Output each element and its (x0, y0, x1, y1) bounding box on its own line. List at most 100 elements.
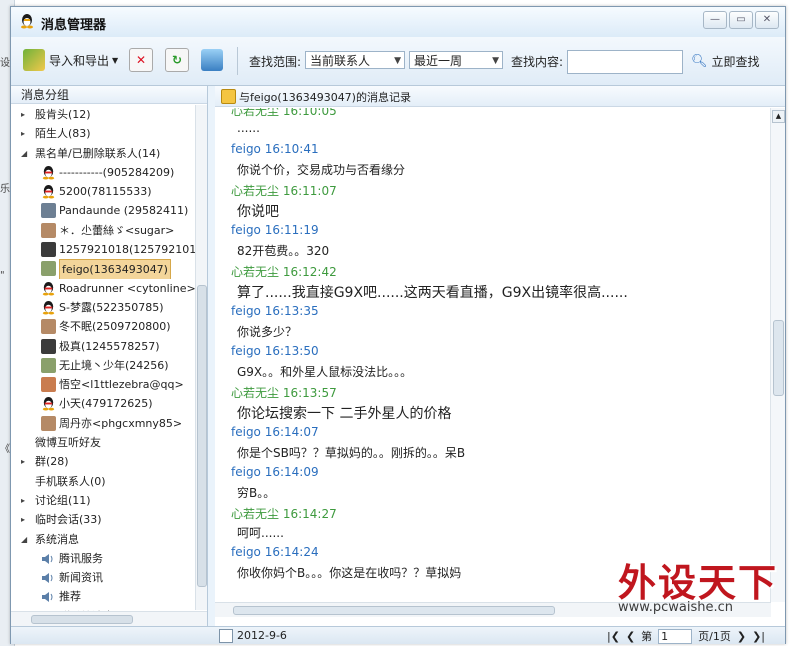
refresh-icon: ↻ (165, 48, 189, 72)
find-button[interactable]: 🔍︎ 立即查找 (691, 53, 760, 70)
avatar (41, 338, 56, 354)
expanded-arrow-icon[interactable]: ◢ (21, 144, 27, 163)
message-group-header: 消息分组 (11, 86, 207, 104)
collapsed-arrow-icon[interactable]: ▸ (21, 510, 25, 529)
scroll-thumb[interactable] (233, 606, 555, 615)
collapsed-arrow-icon[interactable]: ▸ (21, 124, 25, 143)
tree-item[interactable]: 新闻资讯 (11, 568, 195, 587)
first-page-icon[interactable]: |❮ (607, 630, 620, 643)
speaker-icon (41, 552, 55, 564)
title-bar[interactable]: 消息管理器 — ▭ ✕ (11, 7, 785, 37)
message-sender-time: 心若无尘 16:14:27 (231, 507, 337, 521)
message-sender-time: 心若无尘 16:11:07 (231, 184, 337, 198)
tools-icon (201, 49, 223, 71)
minimize-button[interactable]: — (703, 11, 727, 29)
scope-value: 当前联系人 (310, 54, 371, 68)
watermark-title: 外设天下 (618, 561, 779, 605)
tree-item-label: 无止境丶少年(24256) (59, 358, 169, 372)
scroll-thumb[interactable] (31, 615, 133, 624)
maximize-button[interactable]: ▭ (729, 11, 753, 29)
tree-item[interactable]: 1257921018(1257921018) (11, 240, 195, 259)
left-horizontal-scrollbar[interactable] (11, 611, 207, 626)
tree-group[interactable]: ◢ 系统消息 (11, 530, 195, 549)
tree-group[interactable]: ▸ 股肯头(12) (11, 105, 195, 124)
message-sender-time: feigo 16:13:35 (231, 304, 319, 318)
search-input[interactable] (567, 50, 683, 74)
watermark: 外设天下 www.pcwaishe.cn (598, 548, 782, 618)
scope-select[interactable]: 当前联系人 ▼ (305, 51, 405, 69)
chevron-down-icon: ▼ (112, 55, 119, 65)
tree-group[interactable]: 手机联系人(0) (11, 472, 195, 491)
scroll-thumb[interactable] (197, 285, 207, 587)
tree-item-label: 5200(78115533) (59, 185, 152, 199)
status-bar: 2012-9-6 |❮ ❮ 第 1 页/1页 ❯ ❯| (207, 626, 785, 644)
tree-item[interactable]: ＊．尐蕾絲ゞ<sugar> (11, 221, 195, 240)
avatar (41, 319, 56, 335)
tree-group[interactable]: ◢ 黑名单/已删除联系人(14) (11, 144, 195, 163)
tree-item-label: feigo(1363493047) (59, 259, 171, 279)
tree-item-label: -----------(905284209) (59, 165, 175, 179)
tree-item-label: 腾讯服务 (59, 551, 103, 565)
tree-item[interactable]: 推荐 (11, 587, 195, 606)
last-page-icon[interactable]: ❯| (752, 630, 765, 643)
right-vertical-scrollbar[interactable]: ▲ (770, 108, 785, 602)
refresh-button[interactable]: ↻ (165, 47, 189, 73)
tree-item-label: 极真(1245578257) (59, 339, 160, 353)
time-range-select[interactable]: 最近一周 ▼ (409, 51, 503, 69)
tree-item-label: S-梦露(522350785) (59, 300, 164, 314)
status-date: 2012-9-6 (237, 629, 287, 642)
tree-item-label: 周丹亦<phgcxmny85> (59, 416, 183, 430)
tree-item[interactable]: S-梦露(522350785) (11, 298, 195, 317)
calendar-icon[interactable] (219, 629, 233, 643)
pager: |❮ ❮ 第 1 页/1页 ❯ ❯| (607, 628, 765, 644)
message-text: 你说吧 (237, 204, 279, 220)
left-vertical-scrollbar[interactable] (195, 105, 207, 610)
tree-group[interactable]: ▸ 陌生人(83) (11, 124, 195, 143)
tree-item-label: 群(28) (35, 455, 69, 469)
tree-item[interactable]: 小天(479172625) (11, 394, 195, 413)
avatar (41, 242, 56, 258)
import-export-button[interactable]: 导入和导出 ▼ (23, 47, 118, 73)
tree-item[interactable]: 周丹亦<phgcxmny85> (11, 414, 195, 433)
tree-item[interactable]: 5200(78115533) (11, 182, 195, 201)
scroll-thumb[interactable] (773, 320, 784, 396)
expanded-arrow-icon[interactable]: ◢ (21, 530, 27, 549)
tree-group[interactable]: ▸ 临时会话(33) (11, 510, 195, 529)
avatar (41, 357, 56, 373)
collapsed-arrow-icon[interactable]: ▸ (21, 452, 25, 471)
collapsed-arrow-icon[interactable]: ▸ (21, 491, 25, 510)
qq-avatar-icon (41, 165, 56, 180)
tree-item[interactable]: 无止境丶少年(24256) (11, 356, 195, 375)
tree-item[interactable]: -----------(905284209) (11, 163, 195, 182)
tree-item[interactable]: 悟空<l1ttlezebra@qq> (11, 375, 195, 394)
tree-item[interactable]: feigo(1363493047) (11, 259, 195, 279)
tree-item-label: 手机联系人(0) (35, 474, 106, 488)
tree-item[interactable]: 极真(1245578257) (11, 337, 195, 356)
qq-avatar-icon (41, 300, 56, 315)
delete-button[interactable]: ✕ (129, 47, 153, 73)
chevron-down-icon: ▼ (492, 56, 499, 66)
tree-item[interactable]: Pandaunde (29582411) (11, 201, 195, 220)
settings-button[interactable] (201, 47, 223, 73)
tree-item[interactable]: Roadrunner <cytonline> (11, 279, 195, 298)
message-text: 你论坛搜索一下 二手外星人的价格 (237, 406, 452, 422)
qq-avatar-icon (41, 396, 56, 411)
tree-group[interactable]: ▸ 讨论组(11) (11, 491, 195, 510)
find-button-label: 立即查找 (711, 55, 760, 69)
tree-group[interactable]: 微博互听好友 (11, 433, 195, 452)
tree-group[interactable]: ▸ 群(28) (11, 452, 195, 471)
message-sender-time: feigo 16:10:41 (231, 142, 319, 156)
window-title: 消息管理器 (41, 18, 107, 33)
close-button[interactable]: ✕ (755, 11, 779, 29)
message-text: 你说个价，交易成功与否看缘分 (237, 163, 406, 177)
message-text: 你收你妈个B。。。你这是在收吗？？草拟妈 (237, 566, 462, 580)
page-input[interactable]: 1 (658, 628, 693, 644)
collapsed-arrow-icon[interactable]: ▸ (21, 105, 25, 124)
scroll-up-arrow-icon[interactable]: ▲ (772, 110, 785, 123)
tree-item[interactable]: 腾讯服务 (11, 549, 195, 568)
prev-page-icon[interactable]: ❮ (626, 630, 635, 643)
tree-item[interactable]: 冬不眠(2509720800) (11, 317, 195, 336)
speaker-icon (41, 590, 55, 603)
next-page-icon[interactable]: ❯ (737, 630, 746, 643)
message-text: 82开苞费。。320 (237, 244, 330, 258)
